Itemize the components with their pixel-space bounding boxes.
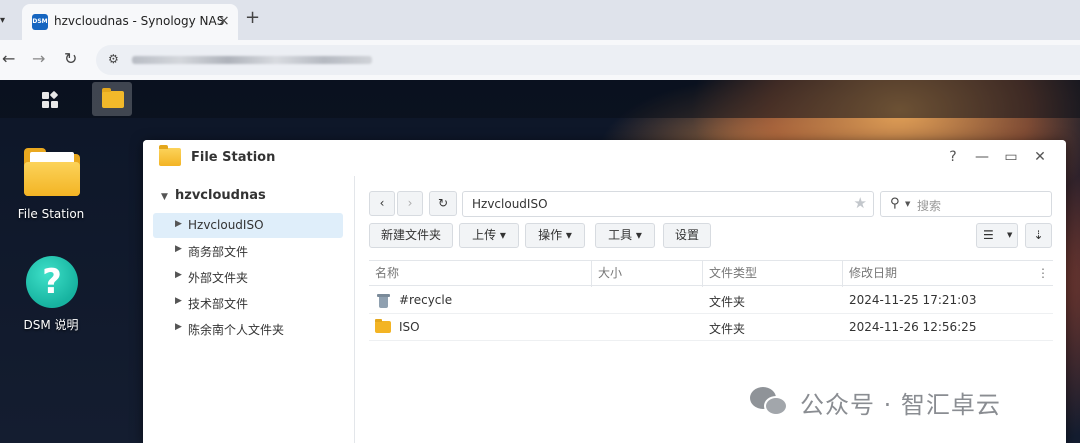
site-info-icon[interactable]: ⚙ <box>108 52 122 66</box>
folder-icon <box>375 319 391 333</box>
search-placeholder: 搜索 <box>917 199 942 213</box>
view-mode-button[interactable]: ☰ ▼ <box>976 223 1018 248</box>
back-icon[interactable]: ← <box>2 50 15 68</box>
table-header: 名称 大小 文件类型 修改日期 ⋮ <box>369 260 1053 287</box>
tree-item-external[interactable]: ▶ 外部文件夹 <box>153 264 343 289</box>
search-icon[interactable]: ⚲ <box>890 196 900 211</box>
file-station-icon <box>24 148 80 196</box>
tree-item-label: 外部文件夹 <box>188 271 249 285</box>
chevron-down-icon[interactable]: ▼ <box>905 200 910 208</box>
window-title-bar[interactable]: File Station ? — ▭ ✕ <box>143 140 1066 176</box>
path-bar[interactable]: HzvcloudISO ★ <box>462 191 874 217</box>
window-title: File Station <box>191 150 276 165</box>
reload-icon[interactable]: ↻ <box>64 50 77 68</box>
desktop-icon-label: DSM 说明 <box>23 318 79 332</box>
main-menu-icon <box>42 90 59 108</box>
file-name: ISO <box>399 320 420 334</box>
forward-icon[interactable]: → <box>32 50 45 68</box>
file-type: 文件夹 <box>709 295 746 309</box>
chevron-right-icon: › <box>407 196 413 210</box>
tab-close-icon[interactable]: × <box>218 13 230 29</box>
tree-item-label: 陈余南个人文件夹 <box>188 323 285 337</box>
action-button[interactable]: 操作 ▾ <box>525 223 585 248</box>
column-header-modified[interactable]: 修改日期 <box>842 261 1042 287</box>
caret-right-icon[interactable]: ▶ <box>175 244 182 254</box>
chevron-left-icon: ‹ <box>379 196 385 210</box>
folder-icon <box>159 145 181 166</box>
file-modified: 2024-11-26 12:56:25 <box>849 320 977 334</box>
url-redacted <box>132 56 372 64</box>
column-options-icon[interactable]: ⋮ <box>1037 261 1049 286</box>
search-input[interactable]: ⚲ ▼ 搜索 <box>880 191 1052 217</box>
column-header-type[interactable]: 文件类型 <box>702 261 842 287</box>
file-modified: 2024-11-25 17:21:03 <box>849 293 977 307</box>
folder-tree: ▼ hzvcloudnas ▶ HzvcloudISO ▶ 商务部文件 ▶ 外部文… <box>143 176 355 443</box>
browser-tab-bar: ▾ DSM hzvcloudnas - Synology NAS × + <box>0 0 1080 40</box>
browser-toolbar: ← → ↻ ⚙ <box>0 40 1080 80</box>
caret-right-icon[interactable]: ▶ <box>175 270 182 280</box>
tree-item-hzvcloudiso[interactable]: ▶ HzvcloudISO <box>153 213 343 238</box>
tab-search-icon[interactable]: ▾ <box>0 10 14 32</box>
current-path: HzvcloudISO <box>472 197 548 211</box>
tree-item-label: 商务部文件 <box>188 245 249 259</box>
column-header-size[interactable]: 大小 <box>591 261 701 287</box>
refresh-icon: ↻ <box>437 196 449 210</box>
address-bar[interactable]: ⚙ <box>96 45 1080 75</box>
wechat-logo-icon <box>750 387 790 417</box>
tab-title: hzvcloudnas - Synology NAS <box>54 14 225 28</box>
dsm-favicon-icon: DSM <box>32 14 48 30</box>
close-icon[interactable]: ✕ <box>1032 149 1048 165</box>
chevron-down-icon: ▼ <box>1007 231 1013 239</box>
table-row[interactable]: ISO 文件夹 2024-11-26 12:56:25 <box>369 314 1053 341</box>
tree-item-label: HzvcloudISO <box>188 218 264 232</box>
minimize-icon[interactable]: — <box>974 149 990 165</box>
column-header-name[interactable]: 名称 <box>369 261 591 287</box>
forward-button[interactable]: › <box>397 191 423 216</box>
caret-right-icon[interactable]: ▶ <box>175 296 182 306</box>
file-type: 文件夹 <box>709 322 746 336</box>
tree-root-label: hzvcloudnas <box>175 188 266 203</box>
refresh-button[interactable]: ↻ <box>429 191 457 216</box>
back-button[interactable]: ‹ <box>369 191 395 216</box>
caret-right-icon[interactable]: ▶ <box>175 219 182 229</box>
desktop-dsm-help-shortcut[interactable]: ? DSM 说明 <box>6 256 96 336</box>
maximize-icon[interactable]: ▭ <box>1003 149 1019 165</box>
desktop-icon-label: File Station <box>17 207 85 221</box>
tree-item-tech[interactable]: ▶ 技术部文件 <box>153 290 343 315</box>
list-view-icon: ☰ <box>983 228 994 242</box>
dsm-taskbar <box>0 80 1080 118</box>
help-icon: ? <box>26 256 78 308</box>
star-icon[interactable]: ★ <box>854 195 867 211</box>
file-name: #recycle <box>399 293 453 307</box>
main-menu-button[interactable] <box>30 82 70 116</box>
caret-right-icon[interactable]: ▶ <box>175 322 182 332</box>
sort-button[interactable]: ⇣ <box>1025 223 1052 248</box>
settings-button[interactable]: 设置 <box>663 223 711 248</box>
trash-icon <box>377 293 390 308</box>
folder-icon <box>102 88 124 108</box>
desktop-file-station-shortcut[interactable]: File Station <box>6 148 96 228</box>
new-folder-button[interactable]: 新建文件夹 <box>369 223 453 248</box>
new-tab-icon[interactable]: + <box>245 9 260 27</box>
upload-button[interactable]: 上传 ▾ <box>459 223 519 248</box>
table-row[interactable]: #recycle 文件夹 2024-11-25 17:21:03 <box>369 287 1053 314</box>
browser-tab[interactable]: DSM hzvcloudnas - Synology NAS × <box>22 4 238 40</box>
tree-item-label: 技术部文件 <box>188 297 249 311</box>
tree-item-personal[interactable]: ▶ 陈余南个人文件夹 <box>153 316 343 341</box>
sort-icon: ⇣ <box>1033 228 1044 242</box>
tools-button[interactable]: 工具 ▾ <box>595 223 655 248</box>
caret-down-icon[interactable]: ▼ <box>161 192 175 202</box>
watermark-text: 公众号 · 智汇卓云 <box>800 391 1001 419</box>
taskbar-file-station-button[interactable] <box>92 82 132 116</box>
tree-root[interactable]: ▼ hzvcloudnas <box>161 188 266 203</box>
help-icon[interactable]: ? <box>945 149 961 165</box>
tree-item-business[interactable]: ▶ 商务部文件 <box>153 238 343 263</box>
